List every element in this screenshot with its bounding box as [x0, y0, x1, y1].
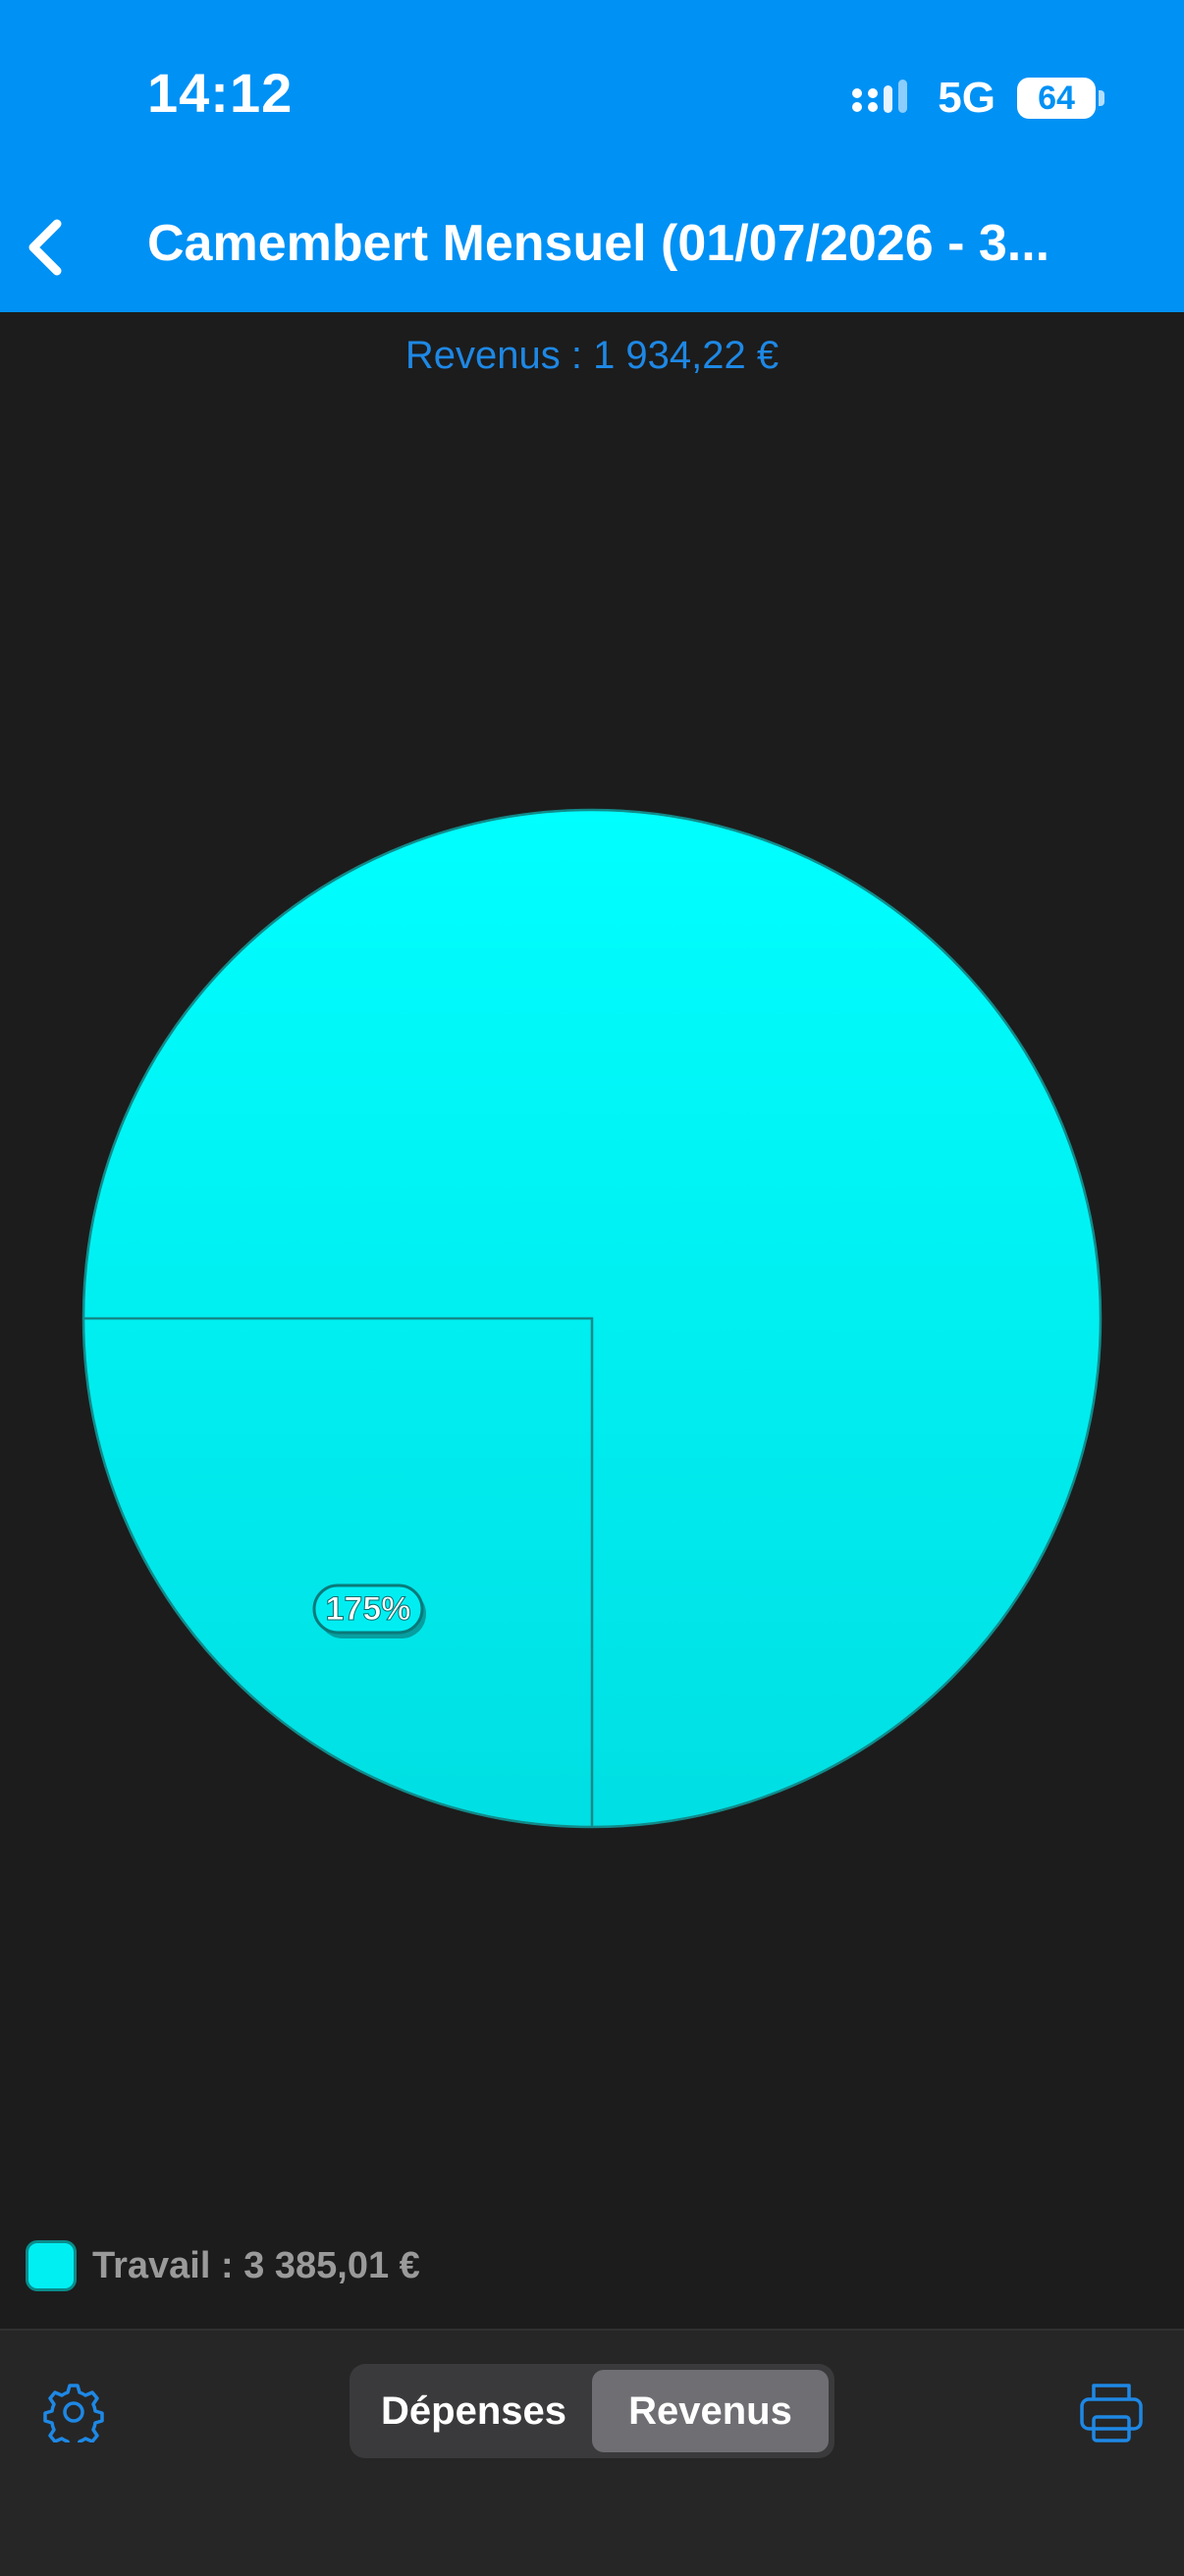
slice-percent-label: 175% — [312, 1583, 426, 1638]
status-indicators: 5G 64 — [851, 69, 1104, 128]
bottom-toolbar: Dépenses Revenus — [0, 2329, 1184, 2576]
back-chevron-icon[interactable] — [22, 218, 71, 277]
chart-legend: Travail : 3 385,01 € — [26, 2240, 420, 2291]
signal-icon — [852, 80, 908, 113]
status-time: 14:12 — [147, 62, 294, 124]
slice-percent-text: 175% — [326, 1590, 411, 1628]
battery-level: 64 — [1038, 79, 1075, 117]
legend-swatch-travail — [26, 2240, 77, 2291]
revenue-summary: Revenus : 1 934,22 € — [404, 334, 780, 377]
legend-label-travail: Travail : 3 385,01 € — [92, 2244, 420, 2286]
gear-icon[interactable] — [43, 2382, 104, 2442]
type-segmented-control: Dépenses Revenus — [350, 2364, 834, 2458]
battery-icon: 64 — [1017, 78, 1104, 119]
page-title: Camembert Mensuel (01/07/2026 - 3... — [147, 215, 1050, 272]
printer-icon[interactable] — [1078, 2380, 1145, 2444]
header-bar: 14:12 5G 64 Camembert Mensuel (01/07/202… — [0, 0, 1184, 312]
segment-revenus[interactable]: Revenus — [592, 2370, 829, 2452]
pie-chart: 175% — [81, 808, 1103, 1829]
segment-depenses[interactable]: Dépenses — [355, 2370, 592, 2452]
network-label: 5G — [938, 74, 996, 122]
